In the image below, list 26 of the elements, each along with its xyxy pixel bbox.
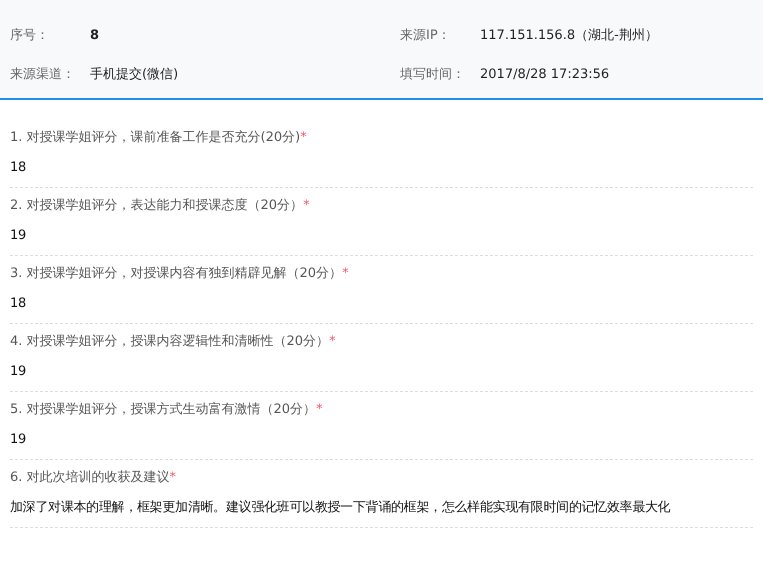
answer-text: 18 — [10, 295, 27, 313]
answer-text: 19 — [10, 363, 27, 381]
answer-text: 加深了对课本的理解，框架更加清晰。建议强化班可以教授一下背诵的框架，怎么样能实现有限时间的记忆效率最大化 — [10, 499, 672, 517]
question-text: 4. 对授课学姐评分，授课内容逻辑性和清晰性（20分）* — [10, 333, 337, 351]
field-label: 填写时间： — [400, 66, 466, 84]
required-mark: * — [329, 334, 336, 349]
question-text: 6. 对此次培训的收获及建议* — [10, 469, 178, 487]
required-mark: * — [170, 470, 176, 485]
field-value: 手机提交(微信) — [90, 66, 178, 84]
question-text: 5. 对授课学姐评分，授课方式生动富有激情（20分）* — [10, 401, 324, 419]
field-label: 来源IP： — [400, 27, 452, 45]
answer-text: 19 — [10, 227, 27, 245]
question-text: 3. 对授课学姐评分，对授课内容有独到精辟见解（20分）* — [10, 265, 350, 283]
field-label: 来源渠道： — [10, 66, 76, 84]
question-text: 1. 对授课学姐评分，课前准备工作是否充分(20分)* — [10, 129, 308, 147]
required-mark: * — [316, 402, 323, 417]
field-value: 2017/8/28 17:23:56 — [480, 66, 610, 84]
required-mark: * — [303, 198, 310, 213]
field-value: 117.151.156.8（湖北-荆州） — [480, 27, 658, 45]
question-text: 2. 对授课学姐评分，表达能力和授课态度（20分）* — [10, 197, 311, 215]
field-value: 8 — [90, 27, 100, 45]
answer-text: 18 — [10, 159, 27, 177]
required-mark: * — [300, 130, 307, 145]
answer-text: 19 — [10, 431, 27, 449]
required-mark: * — [342, 266, 349, 281]
field-label: 序号： — [10, 27, 50, 45]
